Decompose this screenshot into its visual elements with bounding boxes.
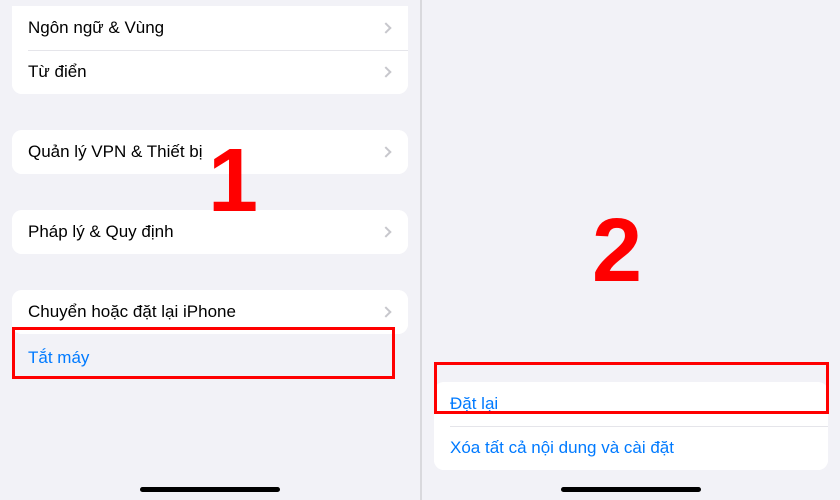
pane-left: Ngôn ngữ & Vùng Từ điển Quản lý VPN & Th… bbox=[0, 0, 420, 500]
row-dictionary[interactable]: Từ điển bbox=[12, 50, 408, 94]
pane-right: Đặt lại Xóa tất cả nội dung và cài đặt 2 bbox=[420, 0, 840, 500]
row-shutdown[interactable]: Tắt máy bbox=[0, 334, 420, 374]
row-label: Đặt lại bbox=[450, 394, 498, 414]
settings-group-legal: Pháp lý & Quy định bbox=[12, 210, 408, 254]
settings-group-language: Ngôn ngữ & Vùng Từ điển bbox=[12, 6, 408, 94]
row-legal[interactable]: Pháp lý & Quy định bbox=[12, 210, 408, 254]
row-transfer-reset-iphone[interactable]: Chuyển hoặc đặt lại iPhone bbox=[12, 290, 408, 334]
row-vpn-device[interactable]: Quản lý VPN & Thiết bị bbox=[12, 130, 408, 174]
row-label: Pháp lý & Quy định bbox=[28, 222, 174, 242]
chevron-right-icon bbox=[380, 306, 391, 317]
row-label: Từ điển bbox=[28, 62, 87, 82]
reset-group-container: Đặt lại Xóa tất cả nội dung và cài đặt bbox=[422, 382, 840, 470]
settings-group-vpn: Quản lý VPN & Thiết bị bbox=[12, 130, 408, 174]
row-reset[interactable]: Đặt lại bbox=[434, 382, 828, 426]
chevron-right-icon bbox=[380, 66, 391, 77]
settings-group-reset: Đặt lại Xóa tất cả nội dung và cài đặt bbox=[434, 382, 828, 470]
row-label: Quản lý VPN & Thiết bị bbox=[28, 142, 203, 162]
tutorial-two-panes: Ngôn ngữ & Vùng Từ điển Quản lý VPN & Th… bbox=[0, 0, 840, 500]
step-number-2: 2 bbox=[592, 200, 642, 303]
settings-group-transfer-reset: Chuyển hoặc đặt lại iPhone bbox=[12, 290, 408, 334]
chevron-right-icon bbox=[380, 146, 391, 157]
row-label: Tắt máy bbox=[28, 348, 89, 367]
chevron-right-icon bbox=[380, 226, 391, 237]
row-erase-all[interactable]: Xóa tất cả nội dung và cài đặt bbox=[434, 426, 828, 470]
row-language-region[interactable]: Ngôn ngữ & Vùng bbox=[12, 6, 408, 50]
home-indicator[interactable] bbox=[140, 487, 280, 492]
chevron-right-icon bbox=[380, 22, 391, 33]
row-label: Chuyển hoặc đặt lại iPhone bbox=[28, 302, 236, 322]
row-label: Xóa tất cả nội dung và cài đặt bbox=[450, 438, 674, 458]
row-label: Ngôn ngữ & Vùng bbox=[28, 18, 164, 38]
home-indicator[interactable] bbox=[561, 487, 701, 492]
